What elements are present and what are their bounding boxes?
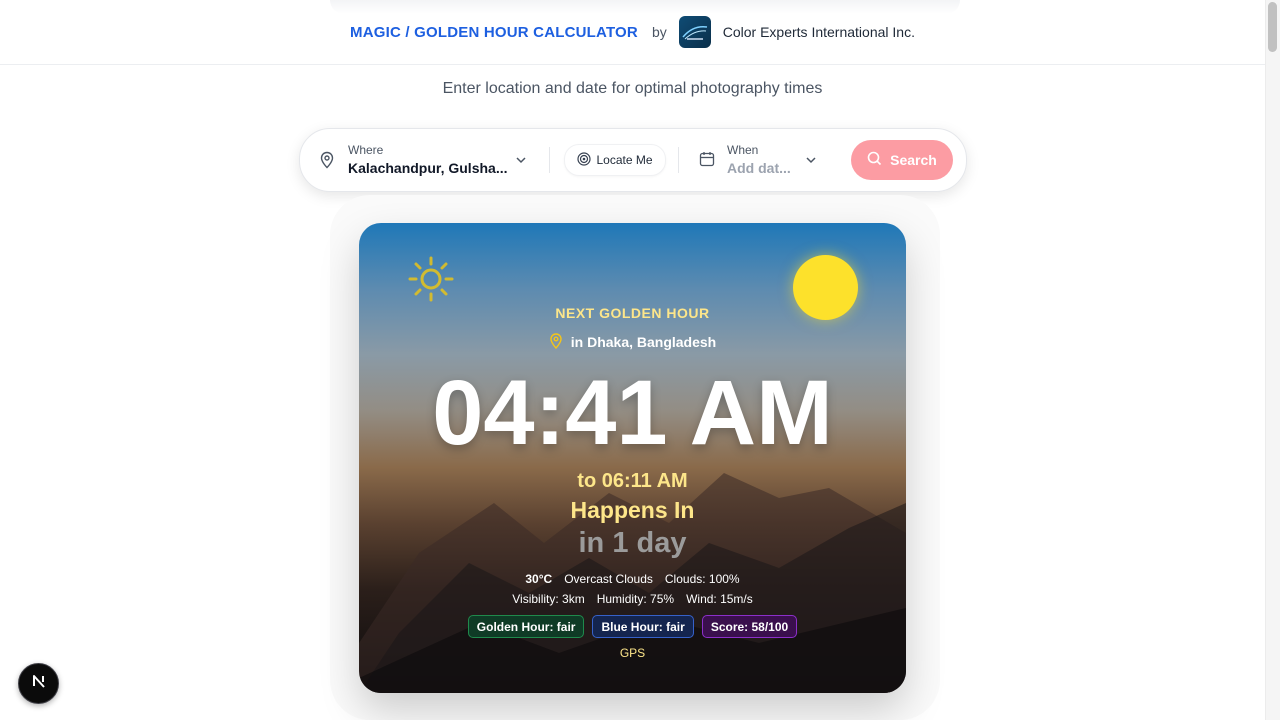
location-text: in Dhaka, Bangladesh — [570, 334, 717, 350]
brand-bar: MAGIC / GOLDEN HOUR CALCULATOR by Color … — [0, 16, 1265, 48]
date-input[interactable]: Add dat... — [727, 160, 791, 176]
app-title-link[interactable]: MAGIC / GOLDEN HOUR CALCULATOR — [350, 24, 638, 41]
golden-hour-start-time: 04:41 AM — [432, 362, 833, 464]
golden-hour-badge: Golden Hour: fair — [467, 615, 585, 638]
scrollbar[interactable] — [1265, 0, 1280, 720]
search-button-label: Search — [890, 152, 937, 168]
weather-condition: Overcast Clouds — [564, 572, 653, 586]
nextjs-logo-icon — [30, 672, 48, 695]
chevron-down-icon[interactable] — [805, 153, 817, 171]
search-icon — [867, 151, 882, 169]
countdown-text: in 1 day — [578, 527, 687, 559]
company-logo-icon[interactable] — [678, 16, 711, 48]
where-label: Where — [348, 143, 384, 157]
location-pin-icon — [549, 332, 563, 352]
cloud-cover: Clouds: 100% — [664, 572, 740, 586]
weather-stats-row-2: Visibility: 3km Humidity: 75% Wind: 15m/… — [359, 592, 906, 606]
map-pin-icon — [319, 151, 335, 174]
location-source: GPS — [619, 646, 646, 660]
divider — [549, 147, 550, 173]
nextjs-dev-tools-button[interactable] — [18, 663, 59, 704]
card-label: NEXT GOLDEN HOUR — [555, 305, 710, 321]
scrollbar-thumb[interactable] — [1268, 2, 1277, 52]
weather-stats-row-1: 30°C Overcast Clouds Clouds: 100% — [359, 572, 906, 586]
when-label: When — [727, 143, 759, 157]
divider — [678, 147, 679, 173]
sun-icon — [406, 254, 456, 309]
visibility: Visibility: 3km — [512, 592, 585, 606]
calendar-icon — [699, 151, 715, 172]
location-input[interactable]: Kalachandpur, Gulsha... — [348, 160, 507, 176]
golden-hour-end-time: to 06:11 AM — [577, 470, 688, 492]
card-location: in Dhaka, Bangladesh — [359, 332, 906, 352]
blue-hour-badge: Blue Hour: fair — [592, 615, 694, 638]
humidity: Humidity: 75% — [596, 592, 675, 606]
search-button[interactable]: Search — [851, 140, 953, 180]
score-badge: Score: 58/100 — [701, 615, 798, 638]
wind: Wind: 15m/s — [686, 592, 753, 606]
temperature: 30°C — [525, 572, 553, 586]
quality-badges: Golden Hour: fair Blue Hour: fair Score:… — [359, 615, 906, 638]
company-name[interactable]: Color Experts International Inc. — [723, 24, 915, 40]
target-icon — [577, 151, 592, 169]
locate-me-button[interactable]: Locate Me — [564, 144, 666, 176]
happens-in-label: Happens In — [570, 497, 695, 523]
page-subtitle: Enter location and date for optimal phot… — [442, 80, 823, 97]
chevron-down-icon[interactable] — [515, 153, 527, 171]
header-shadow — [330, 0, 960, 14]
by-text: by — [651, 24, 667, 40]
locate-me-label: Locate Me — [596, 153, 653, 167]
